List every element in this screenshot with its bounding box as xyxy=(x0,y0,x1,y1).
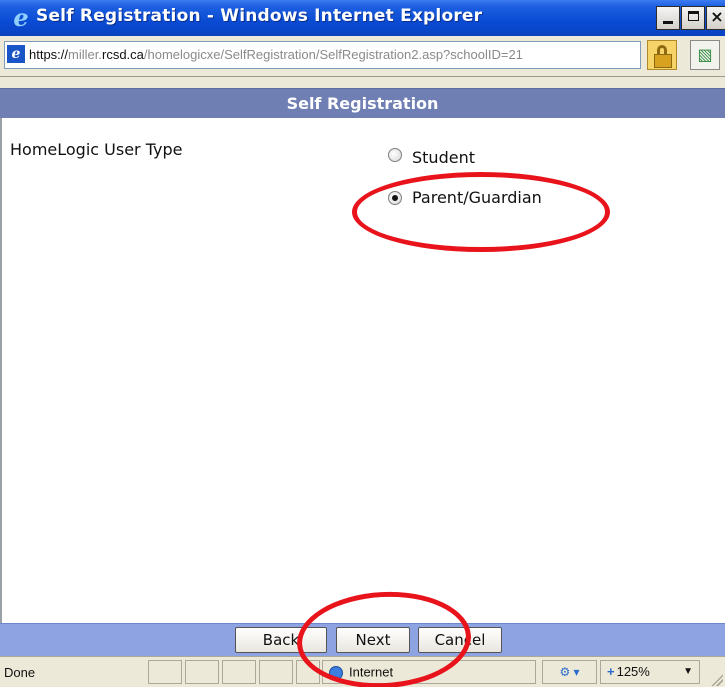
security-lock-button[interactable] xyxy=(647,40,677,70)
parent-guardian-radio-label: Parent/Guardian xyxy=(412,188,542,207)
cancel-button[interactable]: Cancel xyxy=(418,627,502,653)
next-button[interactable]: Next xyxy=(336,627,410,653)
student-radio[interactable] xyxy=(388,147,402,162)
browser-window: e Self Registration - Windows Internet E… xyxy=(0,0,725,687)
status-cell xyxy=(296,660,320,684)
internet-explorer-icon: e xyxy=(13,3,29,32)
protected-mode-icon: ⚙ ▾ xyxy=(559,665,580,679)
zoom-level: 125% xyxy=(616,664,650,679)
url-host-prefix: miller. xyxy=(68,47,102,62)
address-bar: e https://miller.rcsd.ca/homelogicxe/Self… xyxy=(0,36,725,77)
close-button[interactable]: × xyxy=(706,6,725,30)
status-cell xyxy=(185,660,219,684)
status-text: Done xyxy=(4,665,36,680)
url-protocol: https:// xyxy=(29,47,69,62)
status-bar: Done Internet ⚙ ▾ +125% ▼ xyxy=(0,656,725,687)
minimize-button[interactable] xyxy=(656,6,680,30)
compatibility-icon: ▧ xyxy=(697,45,713,64)
page-icon: e xyxy=(7,45,25,63)
protected-mode-button[interactable]: ⚙ ▾ xyxy=(542,660,597,684)
zoom-icon: + xyxy=(607,664,615,679)
url-path: /homelogicxe/SelfRegistration/SelfRegist… xyxy=(143,47,523,62)
status-cell xyxy=(148,660,182,684)
status-cell xyxy=(259,660,293,684)
option-student[interactable]: Student xyxy=(388,142,475,167)
url-field[interactable]: e https://miller.rcsd.ca/homelogicxe/Self… xyxy=(4,41,641,69)
close-icon: × xyxy=(710,7,724,26)
security-zone[interactable]: Internet xyxy=(322,660,536,684)
back-button[interactable]: Back xyxy=(235,627,327,653)
window-title: Self Registration - Windows Internet Exp… xyxy=(36,6,483,26)
parent-guardian-radio[interactable] xyxy=(388,190,402,205)
maximize-icon xyxy=(687,11,699,21)
button-bar: Back Next Cancel xyxy=(0,623,725,656)
resize-grip[interactable] xyxy=(711,674,723,686)
option-parent-guardian[interactable]: Parent/Guardian xyxy=(388,188,542,207)
title-bar: e Self Registration - Windows Internet E… xyxy=(0,0,725,36)
chevron-down-icon: ▼ xyxy=(683,666,693,677)
user-type-label: HomeLogic User Type xyxy=(10,140,183,159)
minimize-icon xyxy=(663,21,673,24)
compatibility-view-button[interactable]: ▧ xyxy=(690,40,720,70)
registration-content: HomeLogic User Type Student Parent/Guard… xyxy=(0,118,725,623)
url-host-domain: rcsd.ca xyxy=(101,47,144,62)
zoom-control[interactable]: +125% ▼ xyxy=(600,660,700,684)
student-radio-label: Student xyxy=(412,148,475,167)
page-title: Self Registration xyxy=(0,88,725,119)
globe-icon xyxy=(329,665,343,680)
zone-label: Internet xyxy=(349,664,394,680)
maximize-button[interactable] xyxy=(681,6,705,30)
status-cell xyxy=(222,660,256,684)
